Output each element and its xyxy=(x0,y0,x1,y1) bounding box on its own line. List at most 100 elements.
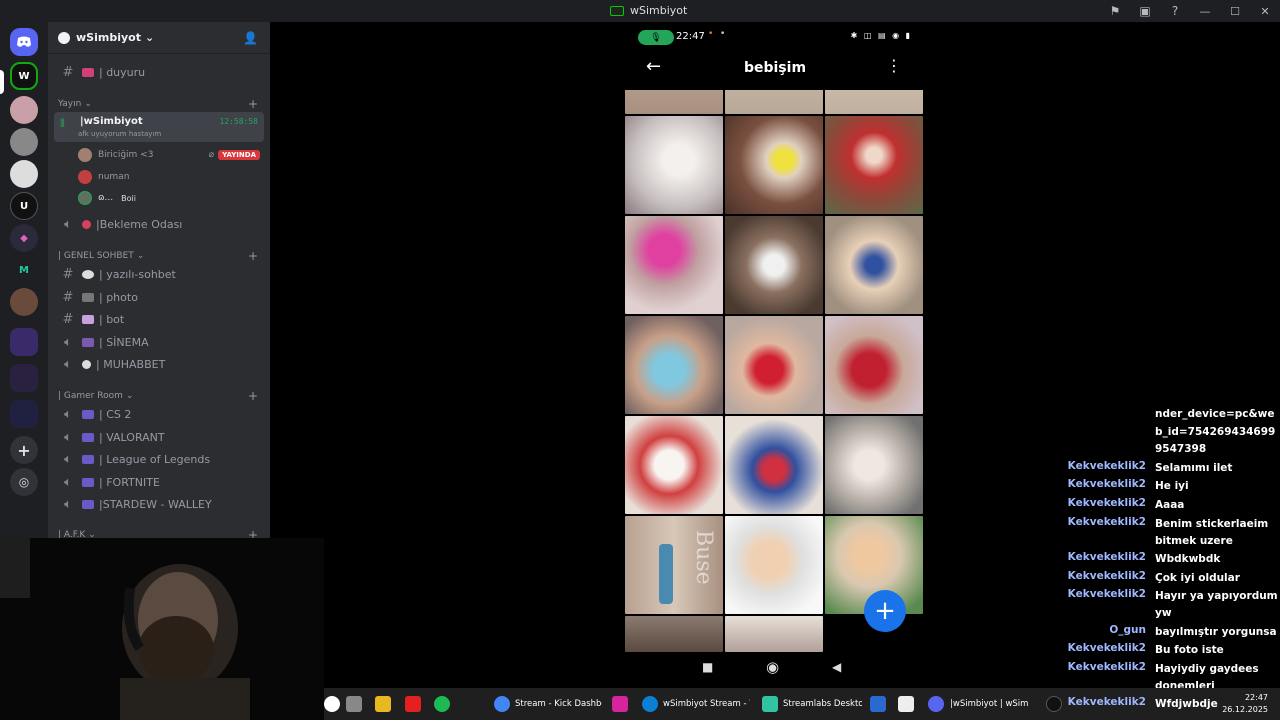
capcut-icon[interactable] xyxy=(898,696,914,712)
channel-bot[interactable]: # | bot xyxy=(54,309,264,329)
discover-icon[interactable]: ◎ xyxy=(10,468,38,496)
add-member-icon[interactable]: 👤 xyxy=(243,31,258,45)
photo-thumb[interactable] xyxy=(625,216,723,314)
voice-user[interactable]: ɷ... Boii xyxy=(78,189,264,207)
channel-cs2[interactable]: 🔈︎ | CS 2 xyxy=(54,404,264,424)
photo-thumb[interactable] xyxy=(625,416,723,514)
server-folder3-icon[interactable] xyxy=(10,400,38,428)
start-icon[interactable] xyxy=(324,696,340,712)
photo-thumb[interactable] xyxy=(725,416,823,514)
photo-thumb[interactable]: Buse xyxy=(625,516,723,614)
channel-photo[interactable]: # | photo xyxy=(54,287,264,307)
server-cat-icon[interactable] xyxy=(10,128,38,156)
channel-muhabbet[interactable]: 🔈︎ | MUHABBET xyxy=(54,354,264,374)
server-wsimbiyot-icon[interactable]: W xyxy=(10,62,38,90)
server-gem-icon[interactable]: ◆ xyxy=(10,224,38,252)
server-panda-icon[interactable] xyxy=(10,160,38,188)
server-folder2-icon[interactable] xyxy=(10,364,38,392)
flag-icon[interactable]: ⚑ xyxy=(1100,0,1130,22)
add-channel-icon[interactable]: + xyxy=(248,249,258,263)
discord-home-icon[interactable] xyxy=(10,28,38,56)
close-button[interactable]: ✕ xyxy=(1250,0,1280,22)
edge-icon xyxy=(642,696,658,712)
add-server-icon[interactable]: + xyxy=(10,436,38,464)
voice-user[interactable]: Biriciğim <3 ⌀ YAYINDA xyxy=(78,146,264,164)
server-m-icon[interactable]: M xyxy=(10,256,38,284)
youtube-icon[interactable] xyxy=(405,696,421,712)
album-title: bebişim xyxy=(743,60,807,76)
chat-text: He iyi xyxy=(1155,480,1189,492)
add-photo-button[interactable]: + xyxy=(864,590,906,632)
file-explorer-icon[interactable] xyxy=(375,696,391,712)
phone-screen: 🎙︎ 22:47 • • ✱ ◫ ▤ ◉ ▮ ← bebişim ⋮ Buse … xyxy=(622,22,928,688)
channel-bekleme[interactable]: 🔈︎ |Bekleme Odası xyxy=(54,214,264,234)
more-options-icon[interactable]: ⋮ xyxy=(886,56,902,75)
photo-thumb[interactable] xyxy=(825,316,923,414)
taskbar-item-discord[interactable]: |wSimbiyot | wSim xyxy=(950,694,1038,714)
minimize-button[interactable]: — xyxy=(1190,0,1220,22)
category-yayin[interactable]: Yayın ⌄ + xyxy=(58,97,258,111)
taskbar-clock[interactable]: 22:47 26.12.2025 xyxy=(1222,692,1268,716)
photo-thumb[interactable] xyxy=(725,116,823,214)
outlook-icon[interactable] xyxy=(870,696,886,712)
live-channel-status: afk uyuyorum hastayım xyxy=(78,130,162,138)
tiktok-icon[interactable] xyxy=(1046,696,1062,712)
help-icon[interactable]: ? xyxy=(1160,0,1190,22)
server-photo-icon[interactable] xyxy=(10,288,38,316)
discord-taskbar-icon[interactable] xyxy=(928,696,944,712)
taskbar-item-streamlabs[interactable]: Streamlabs Desktop xyxy=(762,694,862,714)
chat-username: Kekvekeklik2 xyxy=(1067,516,1146,528)
photo-thumb[interactable] xyxy=(625,316,723,414)
phone-status-bar: 🎙︎ 22:47 • • ✱ ◫ ▤ ◉ ▮ xyxy=(622,28,928,48)
voice-user[interactable]: numan xyxy=(78,168,264,186)
spotify-icon[interactable] xyxy=(434,696,450,712)
channel-label: | SİNEMA xyxy=(99,335,149,349)
taskview-icon[interactable] xyxy=(346,696,362,712)
recents-icon[interactable]: ■ xyxy=(702,660,713,674)
channel-stardew[interactable]: 🔈︎ |STARDEW - WALLEY xyxy=(54,494,264,514)
chat-username: Kekvekeklik2 xyxy=(1067,551,1146,563)
back-icon[interactable]: ◀ xyxy=(832,660,841,674)
hash-icon: # xyxy=(62,64,74,80)
server-anime-icon[interactable] xyxy=(10,96,38,124)
channel-fortnite[interactable]: 🔈︎ | FORTNITE xyxy=(54,472,264,492)
channel-sinema[interactable]: 🔈︎ | SİNEMA xyxy=(54,332,264,352)
photo-thumb[interactable] xyxy=(825,216,923,314)
inbox-icon[interactable]: ▣ xyxy=(1130,0,1160,22)
taskbar-item-edge[interactable]: wSimbiyot Stream - Wa xyxy=(642,694,750,714)
category-afk[interactable]: | A.F.K ⌄ + xyxy=(58,528,258,538)
category-gamer[interactable]: | Gamer Room ⌄ + xyxy=(58,389,258,403)
instagram-icon[interactable] xyxy=(612,696,628,712)
photo-thumb[interactable] xyxy=(825,416,923,514)
photo-thumb[interactable] xyxy=(825,90,923,114)
photo-thumb[interactable] xyxy=(725,516,823,614)
taskbar-item-chrome[interactable]: Stream - Kick Dashboard xyxy=(494,694,602,714)
photo-thumb[interactable] xyxy=(625,90,723,114)
channel-league[interactable]: 🔈︎ | League of Legends xyxy=(54,449,264,469)
add-channel-icon[interactable]: + xyxy=(248,528,258,538)
channel-live-wsimbiyot[interactable]: ⦀ |wSimbiyot 12:58:58 afk uyuyorum hasta… xyxy=(54,112,264,142)
chat-username: Kekvekeklik2 xyxy=(1067,497,1146,509)
chat-overflow-text: nder_device=pc&web_id=754269434699954739… xyxy=(1155,408,1276,455)
channel-duyuru[interactable]: # | duyuru xyxy=(54,62,264,82)
photo-thumb[interactable] xyxy=(725,216,823,314)
speaker-icon: 🔈︎ xyxy=(64,356,72,372)
photo-thumb[interactable] xyxy=(625,116,723,214)
server-logo-icon[interactable]: U xyxy=(10,192,38,220)
server-folder-icon[interactable] xyxy=(10,328,38,356)
photo-thumb[interactable] xyxy=(725,616,823,652)
channel-valorant[interactable]: 🔈︎ | VALORANT xyxy=(54,427,264,447)
photo-thumb[interactable] xyxy=(825,116,923,214)
add-channel-icon[interactable]: + xyxy=(248,389,258,403)
speaker-icon: 🔈︎ xyxy=(64,429,72,445)
photo-thumb[interactable] xyxy=(725,90,823,114)
channel-yazili-sohbet[interactable]: # | yazılı-sohbet xyxy=(54,264,264,284)
maximize-button[interactable]: ☐ xyxy=(1220,0,1250,22)
category-genel[interactable]: | GENEL SOHBET ⌄ + xyxy=(58,249,258,263)
photo-thumb[interactable] xyxy=(725,316,823,414)
home-icon[interactable]: ◉ xyxy=(766,658,779,676)
add-channel-icon[interactable]: + xyxy=(248,97,258,111)
server-header[interactable]: wSimbiyot ⌄ 👤 xyxy=(48,22,270,54)
mic-icon: 🎙︎ xyxy=(638,30,674,45)
photo-thumb[interactable] xyxy=(625,616,723,652)
